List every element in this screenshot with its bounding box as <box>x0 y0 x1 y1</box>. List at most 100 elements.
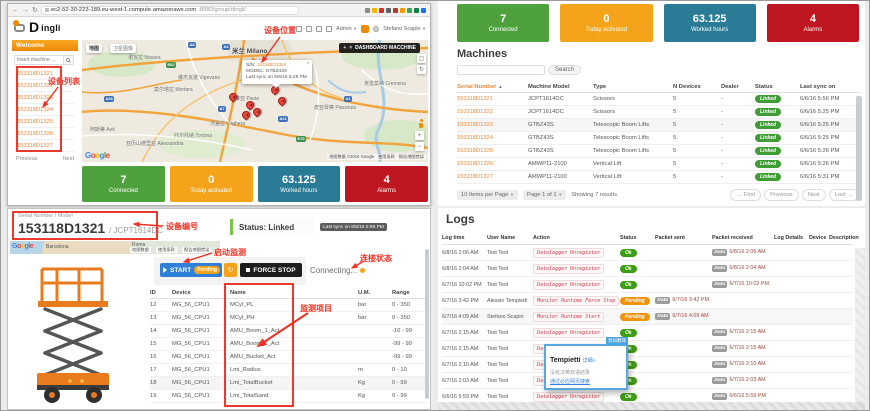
last-page-button[interactable]: Last → <box>829 189 859 201</box>
machine-serial-link[interactable]: 153118D1325 <box>457 148 528 154</box>
info-serial-link[interactable]: 153118D1324 <box>257 63 287 68</box>
terms-link[interactable]: 使用条款 <box>378 154 395 160</box>
table-row[interactable]: 153118D1322 JCPT1614DC Scissors 5 - Link… <box>457 106 859 119</box>
column-status[interactable]: Status <box>755 84 800 90</box>
add-icon[interactable] <box>296 26 302 32</box>
table-row[interactable]: 6/8/16 2:04 AM Test Test Datalogger Unre… <box>442 261 853 277</box>
machines-search-input[interactable] <box>457 65 545 75</box>
map-fullscreen-button[interactable]: ▢ <box>417 54 426 63</box>
extension-icon[interactable] <box>407 8 412 13</box>
table-row[interactable]: 6/7/16 2:10 AM Test Test Datalogger Unre… <box>442 357 853 373</box>
map-refresh-button[interactable]: ↻ <box>417 65 426 74</box>
data-badge[interactable]: Data <box>712 377 727 384</box>
table-row[interactable]: 153118D1324 GTBZ43S Telescopic Boom Lift… <box>457 132 859 145</box>
previous-page-button[interactable]: Previous <box>764 189 799 201</box>
scrollbar[interactable] <box>425 249 429 399</box>
column-machine-model[interactable]: Machine Model <box>528 84 593 90</box>
star-icon[interactable] <box>372 8 377 13</box>
zoom-out-button[interactable]: − <box>415 142 424 151</box>
data-badge[interactable]: Data <box>712 265 727 272</box>
column-last-sync[interactable]: Last sync on <box>800 84 859 90</box>
popup-detail-link[interactable]: 详细» <box>583 358 596 364</box>
next-page-button[interactable]: Next <box>802 189 826 201</box>
search-icon[interactable] <box>63 55 74 65</box>
data-badge[interactable]: Data <box>655 313 670 320</box>
machines-search-button[interactable]: Search <box>548 65 581 75</box>
data-badge[interactable]: Data <box>712 281 727 288</box>
extension-icon[interactable] <box>421 8 426 13</box>
refresh-button[interactable]: ↻ <box>224 263 237 277</box>
table-row[interactable]: 6/7/16 10:02 PM Test Test Datalogger Unr… <box>442 277 853 293</box>
table-row[interactable]: 6/7/16 3:42 PM Alessio Tempietti Monitor… <box>442 293 853 309</box>
data-badge[interactable]: Data <box>712 249 727 256</box>
folder-icon[interactable] <box>306 26 312 32</box>
force-stop-button[interactable]: FORCE STOP <box>240 263 302 277</box>
data-badge[interactable]: Data <box>712 345 727 352</box>
machine-serial-link[interactable]: 153118D1326 <box>457 161 528 167</box>
location-map-strip[interactable]: Google Barcelona Roma 地图数据 使用条款 报告地图错误 <box>10 241 220 254</box>
machine-list-item[interactable]: 153118D1324 <box>14 104 74 116</box>
start-button[interactable]: START Pending <box>160 263 222 277</box>
table-row[interactable]: 12 MG_56_CPU1 MCyl_PL bar 0 - 350 <box>150 299 428 312</box>
first-page-button[interactable]: ← First <box>730 189 761 201</box>
machine-list-item[interactable]: 153118D1327 <box>14 140 74 152</box>
address-bar[interactable]: ec2-52-30-223-189.eu-west-1.compute.amaz… <box>41 6 299 15</box>
table-row[interactable]: 153118D1321 JCPT1614DC Scissors 5 - Link… <box>457 93 859 106</box>
column-dealer[interactable]: Dealer <box>721 84 755 90</box>
machine-list-item[interactable]: 153118D1325 <box>14 116 74 128</box>
table-row[interactable]: 153118D1323 GTBZ43S Telescopic Boom Lift… <box>457 119 859 132</box>
extension-icon[interactable] <box>386 8 391 13</box>
table-row[interactable]: 6/7/16 2:03 AM Test Test Datalogger Unre… <box>442 373 853 389</box>
terms-link[interactable]: 使用条款 <box>156 247 177 253</box>
data-badge[interactable]: Data <box>712 329 727 336</box>
user-menu[interactable]: Stefano Scapin ▼ <box>383 26 426 32</box>
extension-icon[interactable] <box>400 8 405 13</box>
table-row[interactable]: 18 MG_56_CPU1 Lmi_TotalBucket Kg 0 - 99 <box>150 377 428 390</box>
browser-forward-icon[interactable]: → <box>22 7 29 14</box>
column-n-devices[interactable]: N Devices <box>673 84 721 90</box>
scrollbar[interactable] <box>856 96 862 201</box>
table-row[interactable]: 19 MG_56_CPU1 Lmi_TotalSand Kg 0 - 99 <box>150 390 428 403</box>
column-serial-number[interactable]: Serial Number▲ <box>457 84 528 90</box>
report-error-link[interactable]: 报告地图错误 <box>399 154 424 160</box>
table-row[interactable]: 6/8/16 2:06 AM Test Test Datalogger Unre… <box>442 245 853 261</box>
satellite-type-button[interactable]: 卫星图像 <box>110 44 136 53</box>
column-type[interactable]: Type <box>593 84 673 90</box>
data-badge[interactable]: Data <box>655 297 670 304</box>
report-error-link[interactable]: 报告地图错误 <box>182 247 211 253</box>
table-row[interactable]: 6/7/16 4:09 AM Stefano Scapin Monitor Ru… <box>442 309 853 325</box>
pegman-icon[interactable] <box>418 119 424 128</box>
items-per-page-select[interactable]: 10 Items per Page ▼ <box>457 190 518 200</box>
machine-serial-link[interactable]: 153118D1324 <box>457 135 528 141</box>
table-row[interactable]: 153118D1327 AMWP11-2100 Vertical Lift 5 … <box>457 171 859 184</box>
table-row[interactable]: 14 MG_56_CPU1 AMU_Boom_1_Act -10 - 99 <box>150 325 428 338</box>
extension-icon[interactable] <box>393 8 398 13</box>
apps-button[interactable] <box>361 25 369 33</box>
dashboard-map[interactable]: 地图 卫星图像 米兰 Milano诺瓦拉 Novara维杰瓦诺 Vigevano… <box>82 40 428 162</box>
extension-icon[interactable] <box>414 8 419 13</box>
popup-web-search-link[interactable]: 通过必应网页搜索 <box>550 378 622 385</box>
machine-search-input[interactable] <box>14 55 63 65</box>
map-type-button[interactable]: 地图 <box>86 44 102 53</box>
machine-list-item[interactable]: 153118D1326 <box>14 128 74 140</box>
table-row[interactable]: 17 MG_56_CPU1 Lmi_Radius m 0 - 10 <box>150 364 428 377</box>
sidebar-next-link[interactable]: Next <box>63 156 74 162</box>
browser-back-icon[interactable]: ← <box>12 7 19 14</box>
table-row[interactable]: 15 MG_56_CPU1 AMU_Boom_2_Act -99 - 99 <box>150 338 428 351</box>
browser-refresh-icon[interactable]: ↻ <box>32 7 38 14</box>
zoom-in-button[interactable]: + <box>415 131 424 140</box>
page-select[interactable]: Page 1 of 1 ▼ <box>523 190 566 200</box>
table-row[interactable]: 153118D1325 GTBZ43S Telescopic Boom Lift… <box>457 145 859 158</box>
table-row[interactable]: 13 MG_56_CPU1 MCyl_PH bar 0 - 350 <box>150 312 428 325</box>
close-icon[interactable]: × <box>306 61 310 67</box>
admin-menu[interactable]: Admin ▼ <box>336 26 357 32</box>
table-row[interactable]: 153118D1326 AMWP11-2100 Vertical Lift 5 … <box>457 158 859 171</box>
extension-icon[interactable] <box>365 8 370 13</box>
data-badge[interactable]: Data <box>712 361 727 368</box>
table-row[interactable]: 6/7/16 2:15 AM Test Test Datalogger Unre… <box>442 341 853 357</box>
extension-icon[interactable] <box>379 8 384 13</box>
table-row[interactable]: 16 MG_56_CPU1 AMU_Bucket_Act -99 - 99 <box>150 351 428 364</box>
dashboard-macchine-badge[interactable]: +× DASHBOARD MACCHINE <box>339 43 420 53</box>
sidebar-previous-link[interactable]: Previous <box>16 156 37 162</box>
machine-serial-link[interactable]: 153118D1321 <box>457 96 528 102</box>
